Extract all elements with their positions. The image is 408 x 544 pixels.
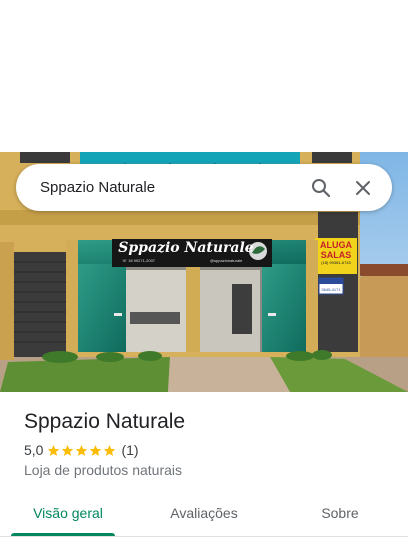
store-sign-phone: ☏ 18 99271-2007	[122, 258, 156, 263]
star-icon	[48, 444, 60, 456]
tab-label: Visão geral	[33, 505, 103, 521]
star-icon	[104, 444, 116, 456]
review-count[interactable]: (1)	[121, 442, 138, 458]
rating-row[interactable]: 5,0 (1)	[24, 442, 394, 458]
tabs-divider	[0, 536, 408, 537]
store-sign-handle: @sppazionaturale	[210, 258, 243, 263]
search-icon[interactable]	[306, 173, 336, 203]
search-bar[interactable]: Sppazio Naturale	[16, 164, 392, 211]
star-icon	[90, 444, 102, 456]
search-query[interactable]: Sppazio Naturale	[40, 179, 294, 196]
tab-label: Sobre	[321, 505, 359, 521]
rent-sign: ALUGA SALAS (18) 99381-6743	[315, 240, 357, 266]
star-rating	[47, 444, 117, 457]
tab-label: Avaliações	[170, 505, 238, 521]
star-icon	[62, 444, 74, 456]
rating-value: 5,0	[24, 442, 44, 458]
store-sign-text: Sppazio Naturale	[118, 240, 254, 256]
rent-sign-line2: SALAS	[320, 250, 352, 260]
small-sign-phone: 3645-4171	[321, 287, 341, 292]
rent-sign-line1: ALUGA	[320, 240, 352, 250]
close-icon[interactable]	[348, 173, 378, 203]
rent-sign-phone: (18) 99381-6743	[321, 260, 351, 265]
place-category: Loja de produtos naturais	[24, 462, 182, 478]
place-title: Sppazio Naturale	[24, 410, 186, 433]
place-info: Sppazio Naturale 5,0 (1) Loja de produto…	[24, 408, 394, 478]
star-icon	[76, 444, 88, 456]
